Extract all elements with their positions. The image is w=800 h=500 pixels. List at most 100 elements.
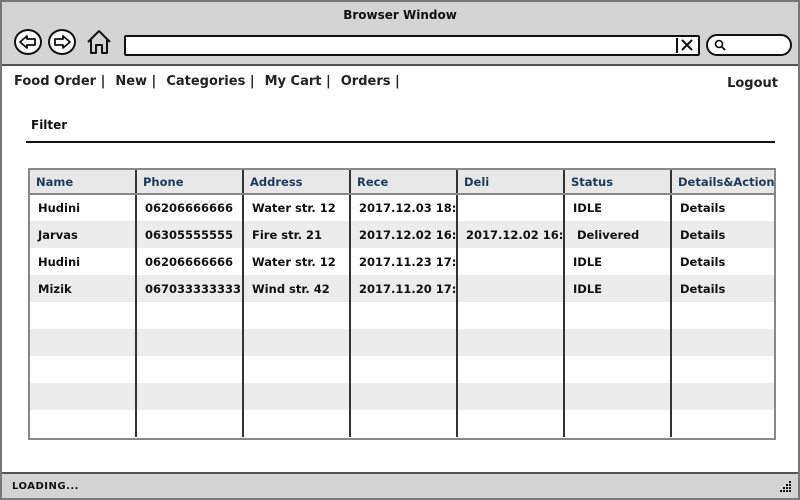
- column-header-address[interactable]: Address: [243, 170, 351, 195]
- empty-cell: [457, 410, 565, 437]
- empty-cell: [350, 383, 458, 410]
- empty-cell: [30, 329, 137, 356]
- cell-name: Mizik: [30, 275, 137, 302]
- cell-status: IDLE: [564, 248, 672, 275]
- cell-deli: [457, 194, 565, 221]
- cell-phone: 067033333333: [136, 275, 244, 302]
- empty-cell: [243, 356, 351, 383]
- empty-cell: [564, 383, 672, 410]
- column-header-rece[interactable]: Rece: [350, 170, 458, 195]
- table-row[interactable]: Mizik 067033333333 Wind str. 42 2017.11.…: [30, 275, 774, 302]
- cell-status: IDLE: [564, 194, 672, 221]
- menu-item-new[interactable]: New |: [115, 74, 156, 89]
- browser-chrome: Browser Window: [2, 2, 798, 66]
- cell-address: Water str. 12: [243, 248, 351, 275]
- empty-cell: [564, 302, 672, 329]
- empty-cell: [457, 356, 565, 383]
- orders-table: Name Phone Address Rece Deli Status Deta…: [28, 168, 776, 440]
- table-row: [30, 356, 774, 383]
- empty-cell: [350, 329, 458, 356]
- column-header-status[interactable]: Status: [564, 170, 672, 195]
- empty-cell: [671, 302, 774, 329]
- details-link[interactable]: Details: [671, 194, 774, 221]
- empty-cell: [136, 356, 244, 383]
- cell-rece: 2017.12.03 18:00: [350, 194, 458, 221]
- table-row[interactable]: Hudini 06206666666 Water str. 12 2017.11…: [30, 248, 774, 275]
- main-menu: Food Order | New | Categories | My Cart …: [14, 74, 410, 89]
- search-input[interactable]: [706, 34, 792, 56]
- cell-address: Water str. 12: [243, 194, 351, 221]
- browser-window: Browser Window Food Order | New | Catego…: [0, 0, 800, 500]
- empty-cell: [564, 410, 672, 437]
- menu-item-food-order[interactable]: Food Order |: [14, 74, 105, 89]
- empty-cell: [671, 329, 774, 356]
- table-row: [30, 302, 774, 329]
- filter-label[interactable]: Filter: [31, 118, 67, 132]
- arrow-left-icon: [19, 35, 36, 49]
- search-icon: [714, 39, 726, 51]
- empty-cell: [30, 356, 137, 383]
- status-text: LOADING...: [12, 481, 79, 492]
- table-row: [30, 410, 774, 437]
- empty-cell: [30, 302, 137, 329]
- close-icon: [681, 39, 693, 51]
- empty-cell: [457, 302, 565, 329]
- empty-cell: [136, 383, 244, 410]
- empty-cell: [350, 302, 458, 329]
- empty-cell: [136, 329, 244, 356]
- forward-button[interactable]: [48, 29, 76, 55]
- resize-grip-icon[interactable]: [780, 480, 792, 492]
- menu-item-my-cart[interactable]: My Cart |: [265, 74, 331, 89]
- details-link[interactable]: Details: [671, 275, 774, 302]
- table-row: [30, 383, 774, 410]
- column-header-phone[interactable]: Phone: [136, 170, 244, 195]
- empty-cell: [243, 302, 351, 329]
- cell-phone: 06206666666: [136, 248, 244, 275]
- cell-name: Hudini: [30, 194, 137, 221]
- logout-link[interactable]: Logout: [727, 76, 778, 91]
- column-header-deli[interactable]: Deli: [457, 170, 565, 195]
- cell-name: Hudini: [30, 248, 137, 275]
- empty-cell: [671, 410, 774, 437]
- table-header-row: Name Phone Address Rece Deli Status Deta…: [30, 170, 774, 195]
- home-icon: [87, 30, 111, 54]
- cell-rece: 2017.12.02 16:30: [350, 221, 458, 248]
- menu-item-categories[interactable]: Categories |: [166, 74, 254, 89]
- cell-deli: [457, 248, 565, 275]
- cell-rece: 2017.11.20 17:00: [350, 275, 458, 302]
- empty-cell: [243, 410, 351, 437]
- cell-status: IDLE: [564, 275, 672, 302]
- column-header-details-action[interactable]: Details&Action: [671, 170, 774, 195]
- empty-cell: [30, 383, 137, 410]
- table-row[interactable]: Jarvas 06305555555 Fire str. 21 2017.12.…: [30, 221, 774, 248]
- details-link[interactable]: Details: [671, 248, 774, 275]
- filter-divider: [26, 141, 775, 143]
- cell-deli: 2017.12.02 16:50: [457, 221, 565, 248]
- menu-item-orders[interactable]: Orders |: [341, 74, 400, 89]
- cell-name: Jarvas: [30, 221, 137, 248]
- status-bar: LOADING...: [2, 472, 798, 498]
- empty-cell: [136, 302, 244, 329]
- url-input[interactable]: [124, 35, 700, 56]
- clear-url-button[interactable]: [676, 38, 696, 53]
- empty-cell: [136, 410, 244, 437]
- cell-phone: 06305555555: [136, 221, 244, 248]
- empty-cell: [243, 383, 351, 410]
- empty-cell: [243, 329, 351, 356]
- home-button[interactable]: [86, 29, 112, 55]
- empty-cell: [350, 410, 458, 437]
- window-title: Browser Window: [343, 8, 457, 22]
- cell-deli: [457, 275, 565, 302]
- table-row[interactable]: Hudini 06206666666 Water str. 12 2017.12…: [30, 194, 774, 221]
- details-link[interactable]: Details: [671, 221, 774, 248]
- empty-cell: [671, 383, 774, 410]
- empty-cell: [564, 356, 672, 383]
- cell-rece: 2017.11.23 17:00: [350, 248, 458, 275]
- cell-status: Delivered: [564, 221, 672, 248]
- table-row: [30, 329, 774, 356]
- back-button[interactable]: [14, 29, 42, 55]
- arrow-right-icon: [54, 35, 71, 49]
- column-header-name[interactable]: Name: [30, 170, 137, 195]
- empty-cell: [457, 329, 565, 356]
- cell-address: Fire str. 21: [243, 221, 351, 248]
